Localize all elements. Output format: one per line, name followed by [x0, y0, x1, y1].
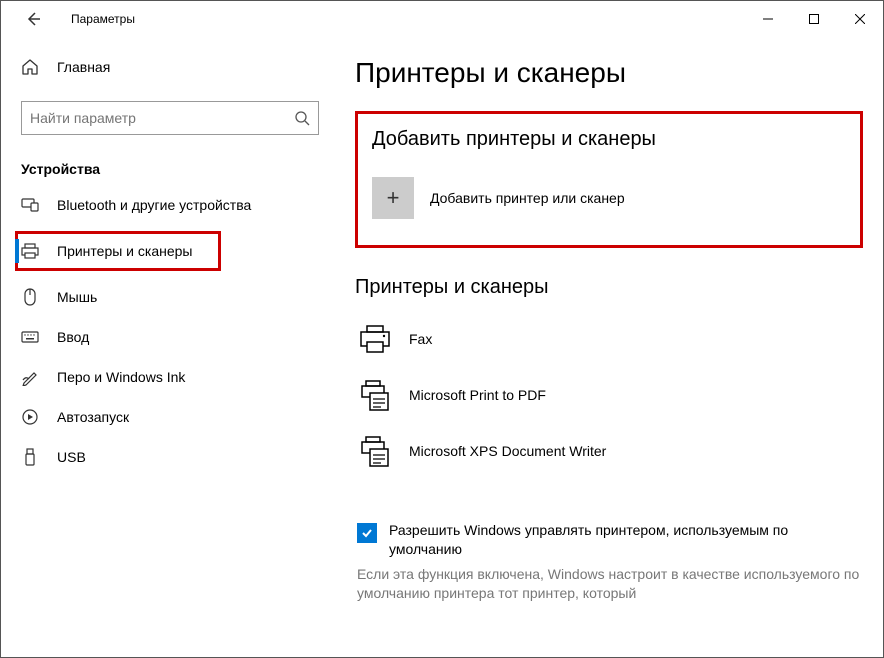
maximize-icon	[809, 14, 819, 24]
print-to-file-icon	[357, 433, 393, 469]
sidebar-item-label: Автозапуск	[57, 409, 129, 425]
back-button[interactable]	[19, 5, 47, 33]
sidebar-item-label: Мышь	[57, 289, 97, 305]
close-icon	[855, 14, 865, 24]
search-icon	[294, 110, 310, 126]
print-to-file-icon	[357, 377, 393, 413]
sidebar-item-label: Принтеры и сканеры	[57, 243, 192, 259]
sidebar-item-printers[interactable]: Принтеры и сканеры	[15, 231, 221, 271]
checkbox-checked[interactable]	[357, 523, 377, 543]
home-icon	[21, 58, 39, 76]
sidebar-item-mouse[interactable]: Мышь	[1, 277, 341, 317]
sidebar-item-label: Перо и Windows Ink	[57, 369, 185, 385]
plus-icon: +	[372, 177, 414, 219]
maximize-button[interactable]	[791, 3, 837, 35]
page-title: Принтеры и сканеры	[355, 57, 863, 89]
sidebar-item-autoplay[interactable]: Автозапуск	[1, 397, 341, 437]
sidebar-item-usb[interactable]: USB	[1, 437, 341, 477]
search-box[interactable]	[21, 101, 319, 135]
printer-name: Microsoft XPS Document Writer	[409, 443, 606, 459]
check-icon	[361, 527, 373, 539]
sidebar-item-bluetooth[interactable]: Bluetooth и другие устройства	[1, 185, 341, 225]
minimize-button[interactable]	[745, 3, 791, 35]
close-button[interactable]	[837, 3, 883, 35]
sidebar-item-label: Ввод	[57, 329, 89, 345]
add-printers-section: Добавить принтеры и сканеры + Добавить п…	[355, 111, 863, 248]
keyboard-icon	[21, 328, 39, 346]
add-section-title: Добавить принтеры и сканеры	[372, 128, 846, 151]
sidebar-item-typing[interactable]: Ввод	[1, 317, 341, 357]
pen-icon	[21, 368, 39, 386]
default-printer-checkbox-row[interactable]: Разрешить Windows управлять принтером, и…	[355, 521, 863, 559]
sidebar-item-pen[interactable]: Перо и Windows Ink	[1, 357, 341, 397]
search-input[interactable]	[30, 110, 294, 126]
home-label: Главная	[57, 59, 110, 75]
printers-list-title: Принтеры и сканеры	[355, 276, 863, 299]
printer-item-pdf[interactable]: Microsoft Print to PDF	[355, 367, 863, 423]
autoplay-icon	[21, 408, 39, 426]
printer-item-fax[interactable]: Fax	[355, 311, 863, 367]
printer-item-xps[interactable]: Microsoft XPS Document Writer	[355, 423, 863, 479]
titlebar: Параметры	[1, 1, 883, 37]
sidebar-item-label: Bluetooth и другие устройства	[57, 197, 251, 213]
printer-name: Microsoft Print to PDF	[409, 387, 546, 403]
minimize-icon	[763, 14, 773, 24]
description-text: Если эта функция включена, Windows настр…	[355, 565, 863, 603]
home-nav-item[interactable]: Главная	[1, 47, 341, 87]
main-content: Принтеры и сканеры Добавить принтеры и с…	[341, 37, 883, 657]
devices-icon	[21, 196, 39, 214]
arrow-left-icon	[25, 11, 41, 27]
add-button-label: Добавить принтер или сканер	[430, 190, 625, 206]
checkbox-label: Разрешить Windows управлять принтером, и…	[389, 521, 863, 559]
printer-name: Fax	[409, 331, 432, 347]
mouse-icon	[21, 288, 39, 306]
add-printer-button[interactable]: + Добавить принтер или сканер	[372, 177, 846, 219]
usb-icon	[21, 448, 39, 466]
sidebar-item-label: USB	[57, 449, 86, 465]
fax-icon	[357, 321, 393, 357]
category-header: Устройства	[21, 161, 341, 177]
app-title: Параметры	[71, 12, 135, 26]
window-controls	[745, 3, 883, 35]
sidebar: Главная Устройства Bluetooth и другие ус…	[1, 37, 341, 657]
printer-icon	[21, 242, 39, 260]
